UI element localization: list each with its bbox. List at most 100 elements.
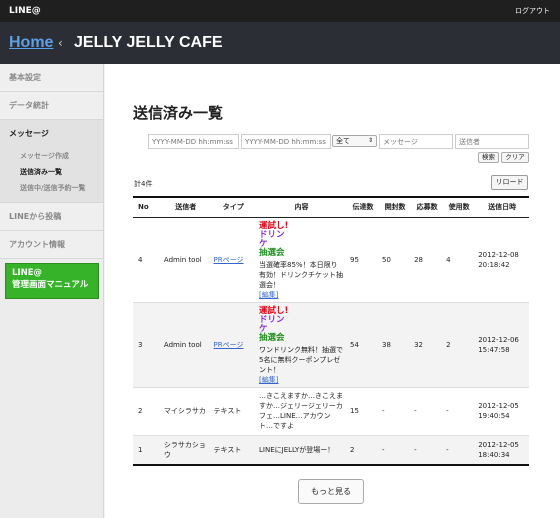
table-header-row: No 送信者 タイプ 内容 伝達数 開封数 応募数 使用数 送信日時 <box>133 197 529 218</box>
date-to-input[interactable] <box>241 134 331 149</box>
table-row: 4 Admin tool PRページ 運試し! ドリンケ 抽選会 当選確率85%… <box>133 216 529 302</box>
row-time: 19:40:54 <box>478 412 510 420</box>
row-datetime: 2012-12-05 19:40:54 <box>475 386 529 435</box>
row-used: 2 <box>443 301 476 387</box>
row-date: 2012-12-05 <box>478 402 519 410</box>
home-link[interactable]: Home <box>9 34 53 52</box>
row-content: …きこえますか…きこえますか…ジェリージェリーカフェ…LINE…アカウント…です… <box>256 386 347 435</box>
column-header-opened: 開封数 <box>379 197 412 218</box>
sidebar: 基本設定 データ統計 メッセージ メッセージ作成 送信済み一覧 送信中/送信予約… <box>0 64 104 518</box>
pr-banner-image: 運試し! ドリンケ 抽選会 <box>259 306 291 343</box>
sidebar-subitem-compose[interactable]: メッセージ作成 <box>0 148 103 164</box>
row-type-cell: PRページ <box>210 301 257 387</box>
pr-page-link[interactable]: PRページ <box>214 341 244 349</box>
row-applied: 32 <box>411 301 444 387</box>
row-sender: Admin tool <box>160 301 211 387</box>
row-type: テキスト <box>210 434 257 465</box>
clear-button[interactable]: クリア <box>501 152 529 163</box>
pr-banner-line-3: 抽選会 <box>259 247 285 258</box>
column-header-applied: 応募数 <box>411 197 444 218</box>
sidebar-item-message[interactable]: メッセージ <box>0 120 103 148</box>
row-time: 20:18:42 <box>478 260 510 269</box>
date-from-input[interactable] <box>148 134 239 149</box>
sidebar-item-basic-settings[interactable]: 基本設定 <box>0 64 103 92</box>
search-button[interactable]: 検索 <box>478 152 499 163</box>
manual-label-line1: LINE@ <box>12 268 42 278</box>
row-used: - <box>443 386 476 435</box>
row-opened: - <box>379 386 412 435</box>
column-header-sent: 伝達数 <box>347 197 380 218</box>
row-content: LINEにJELLYが登場ー！ <box>256 434 347 465</box>
row-type: テキスト <box>210 386 257 435</box>
row-used: - <box>443 434 476 465</box>
column-header-date: 送信日時 <box>475 197 529 218</box>
edit-link[interactable]: [編集] <box>259 291 278 299</box>
account-title: JELLY JELLY CAFE <box>74 34 223 51</box>
page-header: Home ‹ JELLY JELLY CAFE <box>0 22 560 64</box>
manual-label-line2: 管理画面マニュアル <box>12 280 89 290</box>
row-date: 2012-12-05 <box>478 440 519 449</box>
row-used: 4 <box>443 216 476 302</box>
row-time: 15:47:58 <box>478 345 510 354</box>
row-opened: - <box>379 434 412 465</box>
sidebar-subitem-sent-list[interactable]: 送信済み一覧 <box>0 164 103 180</box>
column-header-sender: 送信者 <box>160 197 211 218</box>
row-applied: - <box>411 434 444 465</box>
row-sent: 15 <box>347 386 380 435</box>
reload-button[interactable]: リロード <box>491 175 528 190</box>
sender-search-input[interactable] <box>455 134 529 149</box>
sidebar-item-post-from-line[interactable]: LINEから投稿 <box>0 203 103 231</box>
row-sent: 95 <box>347 216 380 302</box>
row-content: 当選確率85%！本日限り有効！ドリンクチケット抽選会！ <box>259 260 344 289</box>
type-select[interactable]: 全て ⇕ <box>332 135 377 147</box>
load-more-button[interactable]: もっと見る <box>298 479 364 504</box>
manual-button[interactable]: LINE@ 管理画面マニュアル <box>5 263 99 299</box>
row-no: 2 <box>133 386 161 435</box>
row-date: 2012-12-06 <box>478 335 519 344</box>
row-time: 18:40:34 <box>478 450 510 459</box>
row-opened: 38 <box>379 301 412 387</box>
table-row: 1 シラサカショウ テキスト LINEにJELLYが登場ー！ 2 - - - 2… <box>133 434 529 465</box>
table-row: 2 マイシラサカ テキスト …きこえますか…きこえますか…ジェリージェリーカフェ… <box>133 386 529 435</box>
main-content: 送信済み一覧 全て ⇕ 検索 クリア 計4件 リロード No 送信者 タイプ 内… <box>105 64 560 518</box>
pr-banner-line-2: ドリンケ <box>259 229 285 249</box>
sidebar-submenu: メッセージ作成 送信済み一覧 送信中/送信予約一覧 <box>0 148 103 203</box>
row-date: 2012-12-08 <box>478 250 519 259</box>
column-header-used: 使用数 <box>443 197 476 218</box>
row-opened: 50 <box>379 216 412 302</box>
top-bar: LINE@ ログアウト <box>0 0 560 22</box>
row-datetime: 2012-12-05 18:40:34 <box>475 434 529 465</box>
sidebar-item-statistics[interactable]: データ統計 <box>0 92 103 120</box>
pr-page-link[interactable]: PRページ <box>214 256 244 264</box>
page-title: 送信済み一覧 <box>133 104 224 122</box>
row-sent: 54 <box>347 301 380 387</box>
sidebar-item-account-info[interactable]: アカウント情報 <box>0 231 103 259</box>
row-no: 3 <box>133 301 161 387</box>
breadcrumb-separator: ‹ <box>58 36 63 50</box>
logout-link[interactable]: ログアウト <box>515 6 550 16</box>
sent-messages-table: No 送信者 タイプ 内容 伝達数 開封数 応募数 使用数 送信日時 4 Adm… <box>133 196 529 466</box>
chevron-down-icon: ⇕ <box>367 137 373 144</box>
row-content-cell: 運試し! ドリンケ 抽選会 当選確率85%！本日限り有効！ドリンクチケット抽選会… <box>256 216 347 302</box>
pr-banner-line-2: ドリンケ <box>259 314 285 334</box>
row-no: 4 <box>133 216 161 302</box>
row-sender: マイシラサカ <box>160 386 211 435</box>
row-type-cell: PRページ <box>210 216 257 302</box>
column-header-no: No <box>133 197 161 218</box>
table-row: 3 Admin tool PRページ 運試し! ドリンケ 抽選会 ワンドリンク無… <box>133 301 529 387</box>
result-count: 計4件 <box>134 180 153 188</box>
message-search-input[interactable] <box>379 134 453 149</box>
row-datetime: 2012-12-06 15:47:58 <box>475 301 529 387</box>
sidebar-subitem-scheduled[interactable]: 送信中/送信予約一覧 <box>0 180 103 196</box>
row-applied: - <box>411 386 444 435</box>
brand-logo: LINE@ <box>9 6 41 16</box>
edit-link[interactable]: [編集] <box>259 376 278 384</box>
column-header-content: 内容 <box>256 197 347 218</box>
row-content: ワンドリンク無料！抽選で5名に無料クーポンプレゼント！ <box>259 345 344 374</box>
row-sent: 2 <box>347 434 380 465</box>
row-applied: 28 <box>411 216 444 302</box>
row-sender: Admin tool <box>160 216 211 302</box>
row-sender: シラサカショウ <box>160 434 211 465</box>
type-select-value: 全て <box>336 137 350 145</box>
row-no: 1 <box>133 434 161 465</box>
